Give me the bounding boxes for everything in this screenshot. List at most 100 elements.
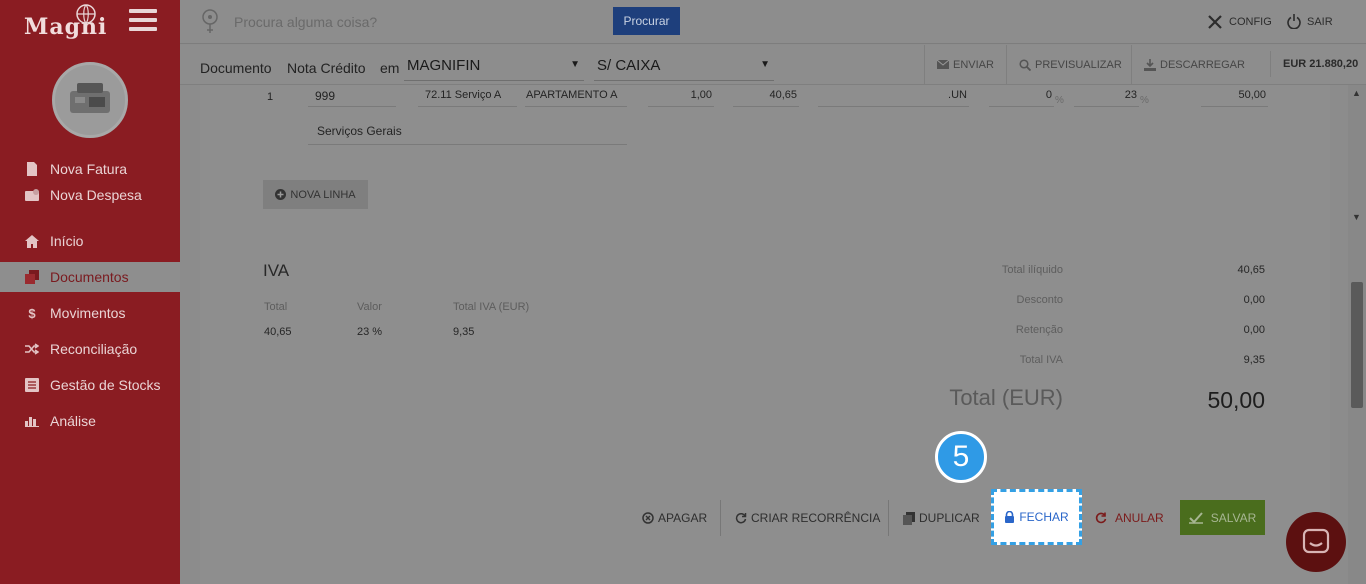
scroll-up-icon[interactable]: ▲: [1352, 88, 1361, 98]
vat-header-vat-total: Total IVA (EUR): [453, 301, 530, 313]
close-label: FECHAR: [1019, 510, 1069, 524]
line-unit-field[interactable]: .UN: [818, 85, 969, 107]
file-icon: [24, 161, 40, 177]
tools-icon: [1208, 15, 1222, 29]
summary-value: 0,00: [1243, 324, 1265, 336]
document-total: EUR 21.880,20: [1270, 51, 1358, 77]
download-label: DESCARREGAR: [1160, 58, 1245, 71]
top-bar: Procurar CONFIG SAIR: [180, 0, 1366, 44]
summary-value: 0,00: [1243, 294, 1265, 306]
step-badge: 5: [935, 431, 987, 483]
grand-total-label: Total (EUR): [949, 385, 1063, 410]
line-notes-field[interactable]: Serviços Gerais: [308, 119, 627, 145]
sidebar-item-inicio[interactable]: Início: [0, 226, 180, 256]
caret-down-icon: ▼: [760, 59, 770, 70]
dollar-icon: $: [28, 305, 36, 321]
line-discount-field[interactable]: 0: [989, 85, 1054, 107]
sidebar: Magni Nova Fatura Nova Despesa Início Do…: [0, 0, 180, 584]
vat-amount-value: 9,35: [453, 326, 475, 338]
duplicate-button[interactable]: DUPLICAR: [903, 500, 980, 536]
caret-down-icon: ▼: [570, 59, 580, 70]
download-icon: [1144, 58, 1156, 71]
line-total-field: 50,00: [1201, 85, 1268, 107]
home-icon: [24, 233, 40, 249]
document-type[interactable]: Nota Crédito: [287, 60, 366, 76]
preview-button[interactable]: PREVISUALIZAR: [1006, 45, 1131, 84]
documents-icon: [24, 269, 40, 285]
line-code-field[interactable]: 999: [308, 85, 396, 107]
expense-icon: [24, 187, 40, 203]
send-button[interactable]: ENVIAR: [924, 45, 1006, 84]
action-divider: [888, 500, 889, 536]
sidebar-item-label: Nova Fatura: [50, 161, 128, 177]
summary-value: 40,65: [1237, 264, 1265, 276]
preview-label: PREVISUALIZAR: [1035, 58, 1122, 71]
line-vat-field[interactable]: 23: [1074, 85, 1139, 107]
copy-icon: [903, 511, 915, 525]
config-label: CONFIG: [1229, 16, 1272, 28]
cash-register-icon: [70, 83, 110, 113]
line-account-field[interactable]: 72.11 Serviço A: [418, 85, 517, 107]
line-price-field[interactable]: 40,65: [733, 85, 799, 107]
cash-value: S/ CAIXA: [597, 57, 661, 74]
globe-icon: [76, 4, 96, 24]
line-index: 1: [267, 91, 274, 103]
line-quantity-field[interactable]: 1,00: [648, 85, 714, 107]
line-description-field[interactable]: APARTAMENTO A: [525, 85, 627, 107]
summary-label: Total IVA: [1019, 354, 1063, 366]
close-document-button[interactable]: FECHAR: [1004, 510, 1069, 524]
cash-select[interactable]: S/ CAIXA ▼: [594, 57, 774, 81]
summary-label: Retenção: [1015, 324, 1063, 336]
create-recurrence-button[interactable]: CRIAR RECORRÊNCIA: [735, 500, 880, 536]
sidebar-item-analise[interactable]: Análise: [0, 406, 180, 436]
vat-header-total: Total: [264, 301, 288, 313]
delete-label: APAGAR: [658, 511, 708, 525]
sidebar-item-documentos[interactable]: Documentos: [0, 262, 180, 292]
sidebar-item-movimentos[interactable]: $ Movimentos: [0, 298, 180, 328]
envelope-icon: [937, 60, 949, 69]
shuffle-icon: [24, 341, 40, 357]
document-editor: 1 999 72.11 Serviço A APARTAMENTO A 1,00…: [200, 85, 1330, 584]
vat-header-rate: Valor: [357, 301, 382, 313]
document-bar: Documento Nota Crédito em MAGNIFIN ▼ S/ …: [180, 45, 1366, 85]
grand-total-value: 50,00: [1207, 387, 1265, 413]
vat-section-title: IVA: [263, 261, 290, 280]
new-line-label: NOVA LINHA: [290, 188, 356, 201]
undo-icon: [1095, 512, 1107, 524]
summary-label: Desconto: [1016, 294, 1063, 306]
sidebar-item-label: Nova Despesa: [50, 187, 142, 203]
menu-toggle-icon[interactable]: [129, 9, 157, 33]
sidebar-item-reconciliacao[interactable]: Reconciliação: [0, 334, 180, 364]
magnifier-icon: [1019, 58, 1031, 71]
sidebar-item-gestao-stocks[interactable]: Gestão de Stocks: [0, 370, 180, 400]
close-button-highlight: FECHAR: [991, 489, 1082, 545]
sidebar-item-label: Documentos: [50, 269, 129, 285]
save-button[interactable]: SALVAR: [1180, 500, 1265, 535]
company-select[interactable]: MAGNIFIN ▼: [404, 57, 584, 81]
save-label: SALVAR: [1210, 510, 1257, 525]
scrollbar-thumb[interactable]: [1351, 282, 1363, 408]
search-button[interactable]: Procurar: [613, 7, 680, 35]
void-label: ANULAR: [1115, 511, 1164, 525]
config-link[interactable]: CONFIG: [1207, 14, 1272, 30]
send-label: ENVIAR: [953, 58, 994, 71]
scroll-down-icon[interactable]: ▼: [1352, 212, 1361, 222]
sidebar-item-nova-despesa[interactable]: Nova Despesa: [0, 180, 180, 210]
chat-icon: [1302, 528, 1330, 554]
sidebar-item-label: Análise: [50, 413, 96, 429]
company-value: MAGNIFIN: [407, 57, 481, 74]
search-input[interactable]: [234, 12, 594, 32]
sidebar-item-label: Reconciliação: [50, 341, 138, 357]
logout-link[interactable]: SAIR: [1287, 14, 1333, 29]
logout-label: SAIR: [1307, 15, 1333, 28]
download-button[interactable]: DESCARREGAR: [1131, 45, 1259, 84]
chat-button[interactable]: [1286, 512, 1346, 572]
sidebar-item-label: Início: [50, 233, 84, 249]
stocks-icon: [24, 377, 40, 393]
action-divider: [720, 500, 721, 536]
sidebar-item-label: Movimentos: [50, 305, 126, 321]
delete-button[interactable]: APAGAR: [642, 500, 707, 536]
void-button[interactable]: ANULAR: [1095, 500, 1164, 536]
new-line-button[interactable]: NOVA LINHA: [263, 180, 368, 209]
avatar[interactable]: [52, 62, 128, 138]
